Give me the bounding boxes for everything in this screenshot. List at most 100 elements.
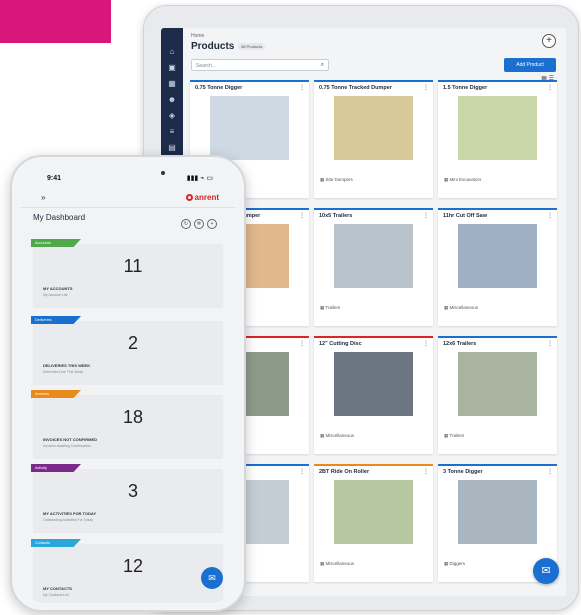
card-menu-icon[interactable]: ⋮ <box>547 468 553 475</box>
product-tags: Hire and SaleServicedActiveDIG-003 <box>442 549 553 557</box>
tile-label: MY ACCOUNTS <box>43 286 73 291</box>
product-photo <box>334 224 413 288</box>
product-category: ▦ Miscellaneous <box>320 561 354 567</box>
search-icon[interactable]: ⌕ <box>321 62 324 69</box>
breadcrumb[interactable]: Home <box>191 33 204 39</box>
product-title[interactable]: 11hr Cut Off Saw <box>443 213 487 219</box>
dashboard-tile[interactable]: Contacts 12 MY CONTACTS My Contacts List <box>31 539 223 603</box>
chart-icon[interactable]: ▤ <box>167 144 177 152</box>
product-title[interactable]: 10x5 Trailers <box>319 213 352 219</box>
category-label: Trailers <box>449 433 465 438</box>
tile-subtitle: My Account List <box>43 293 68 297</box>
tile-value: 2 <box>127 333 138 353</box>
tile-badge: Activity <box>31 464 81 472</box>
truck-icon[interactable]: ▣ <box>167 64 177 72</box>
tile-value: 18 <box>122 407 144 427</box>
tile-label: DELIVERIES THIS WEEK <box>43 363 91 368</box>
product-photo <box>334 96 413 160</box>
tile-subtitle: Invoices Awaiting Confirmation <box>43 444 91 448</box>
anrent-logo: anrent <box>185 193 219 202</box>
product-category: ▦ Miscellaneous <box>444 305 478 311</box>
product-tags: Hire and SaleServicedActiveTRA-001 <box>318 293 429 301</box>
product-title[interactable]: 3 Tonne Digger <box>443 469 483 475</box>
category-label: Trailers <box>325 305 341 310</box>
card-menu-icon[interactable]: ⋮ <box>547 340 553 347</box>
search-input[interactable]: Search... ⌕ <box>191 59 329 71</box>
product-count-badge: 48 Products <box>238 43 266 50</box>
phone-device: 9:41 ▮▮▮ ⌁ ▭ » anrent My Dashboard ↻ ✲ + A… <box>10 155 246 612</box>
product-card[interactable]: 10x5 Trailers ⋮ Hire and SaleServicedActiv… <box>314 208 433 326</box>
product-card[interactable]: 1.5 Tonne Digger ⋮ Hire and SaleServicedAc… <box>438 80 557 198</box>
product-card[interactable]: 0.75 Tonne Tracked Dumper ⋮ Hire and SaleS… <box>314 80 433 198</box>
card-menu-icon[interactable]: ⋮ <box>299 468 305 475</box>
card-menu-icon[interactable]: ⋮ <box>299 84 305 91</box>
status-time: 9:41 <box>47 175 62 182</box>
tile-badge: Accounts <box>31 239 81 247</box>
tile-subtitle: Deliveries Due This Week <box>43 370 84 374</box>
product-tags: SaleBulkActiveDISC-01 <box>318 421 429 429</box>
tile-value: 12 <box>122 556 144 576</box>
tile-badge: Contacts <box>31 539 81 547</box>
product-category: ▦ Miscellaneous <box>320 433 354 439</box>
product-photo <box>334 352 413 416</box>
category-label: Miscellaneous <box>449 305 479 310</box>
products-icon[interactable]: ◈ <box>167 112 177 120</box>
category-label: Miscellaneous <box>325 433 355 438</box>
product-photo <box>458 224 537 288</box>
product-title[interactable]: 2BT Ride On Roller <box>319 469 369 475</box>
product-card[interactable]: 12x6 Trailers ⋮ Hire and SaleServicedActiv… <box>438 336 557 454</box>
dashboard-tile[interactable]: Accounts 11 MY ACCOUNTS My Account List <box>31 239 223 308</box>
dashboard-tile[interactable]: Invoices 18 INVOICES NOT CONFIRMED Invoices… <box>31 390 223 459</box>
dashboard-tile[interactable]: Deliveries 2 DELIVERIES THIS WEEK Deliverie… <box>31 316 223 385</box>
add-product-button[interactable]: Add Product <box>504 58 556 72</box>
card-menu-icon[interactable]: ⋮ <box>299 212 305 219</box>
product-card[interactable]: 11hr Cut Off Saw ⋮ SaleServicedActiveSAW-0… <box>438 208 557 326</box>
product-photo <box>210 96 289 160</box>
category-label: Site Dumpers <box>325 177 353 182</box>
chevron-right-icon[interactable]: » <box>41 193 45 202</box>
card-menu-icon[interactable]: ⋮ <box>423 340 429 347</box>
add-circle-button[interactable]: + <box>542 34 556 48</box>
product-category: ▦ Site Dumpers <box>320 177 353 183</box>
card-menu-icon[interactable]: ⋮ <box>547 212 553 219</box>
status-icons: ▮▮▮ ⌁ ▭ <box>186 175 213 182</box>
search-placeholder: Search... <box>196 63 217 69</box>
add-icon[interactable]: + <box>207 219 217 229</box>
chat-bubble-icon[interactable]: ✉ <box>533 558 559 584</box>
settings-icon[interactable]: ✲ <box>194 219 204 229</box>
product-tags: Hire and SaleServicedActiveTRA-002 <box>442 421 553 429</box>
product-tags: SaleServicedActiveSAW-01 <box>442 293 553 301</box>
product-tags: RentalServicedActiveROLLER-01 <box>318 549 429 557</box>
tile-label: INVOICES NOT CONFIRMED <box>43 437 98 442</box>
product-title[interactable]: 12" Cutting Disc <box>319 341 362 347</box>
product-card[interactable]: 2BT Ride On Roller ⋮ RentalServicedActiveR… <box>314 464 433 582</box>
category-label: Mini Excavators <box>449 177 482 182</box>
product-title[interactable]: 12x6 Trailers <box>443 341 476 347</box>
calendar-icon[interactable]: ▦ <box>167 80 177 88</box>
tile-subtitle: Outstanding Activities For Today <box>43 518 93 522</box>
card-menu-icon[interactable]: ⋮ <box>423 84 429 91</box>
product-title[interactable]: 0.75 Tonne Digger <box>195 85 242 91</box>
card-menu-icon[interactable]: ⋮ <box>299 340 305 347</box>
category-label: Miscellaneous <box>325 561 355 566</box>
product-title[interactable]: 1.5 Tonne Digger <box>443 85 487 91</box>
refresh-icon[interactable]: ↻ <box>181 219 191 229</box>
dashboard-actions: ↻ ✲ + <box>178 212 217 230</box>
dashboard-tile[interactable]: Activity 3 MY ACTIVITIES FOR TODAY Outstand… <box>31 464 223 533</box>
category-label: Diggers <box>449 561 466 566</box>
invoice-icon[interactable]: ≡ <box>167 128 177 136</box>
phone-screen: 9:41 ▮▮▮ ⌁ ▭ » anrent My Dashboard ↻ ✲ + A… <box>21 166 235 603</box>
tile-label: MY CONTACTS <box>43 586 72 591</box>
card-menu-icon[interactable]: ⋮ <box>423 212 429 219</box>
product-photo <box>458 480 537 544</box>
product-title[interactable]: 0.75 Tonne Tracked Dumper <box>319 85 392 91</box>
product-card[interactable]: 12" Cutting Disc ⋮ SaleBulkActiveDISC-01 ▦ … <box>314 336 433 454</box>
home-icon[interactable]: ⌂ <box>167 48 177 56</box>
page-title: Products <box>191 41 235 52</box>
card-menu-icon[interactable]: ⋮ <box>547 84 553 91</box>
product-category: ▦ Trailers <box>444 433 464 439</box>
card-menu-icon[interactable]: ⋮ <box>423 468 429 475</box>
chat-bubble-icon[interactable]: ✉ <box>201 567 223 589</box>
users-icon[interactable]: ☻ <box>167 96 177 104</box>
divider <box>21 207 235 208</box>
